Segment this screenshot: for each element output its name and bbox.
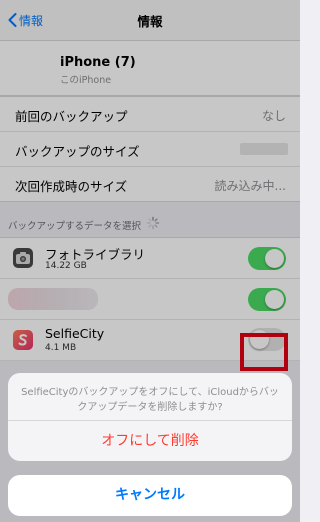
cancel-button[interactable]: キャンセル: [8, 475, 292, 516]
turn-off-and-delete-button[interactable]: オフにして削除: [8, 421, 292, 461]
action-sheet-message: SelfieCityのバックアップをオフにして、iCloudからバックアップデー…: [21, 387, 279, 413]
action-sheet: SelfieCityのバックアップをオフにして、iCloudからバックアップデー…: [8, 373, 292, 461]
